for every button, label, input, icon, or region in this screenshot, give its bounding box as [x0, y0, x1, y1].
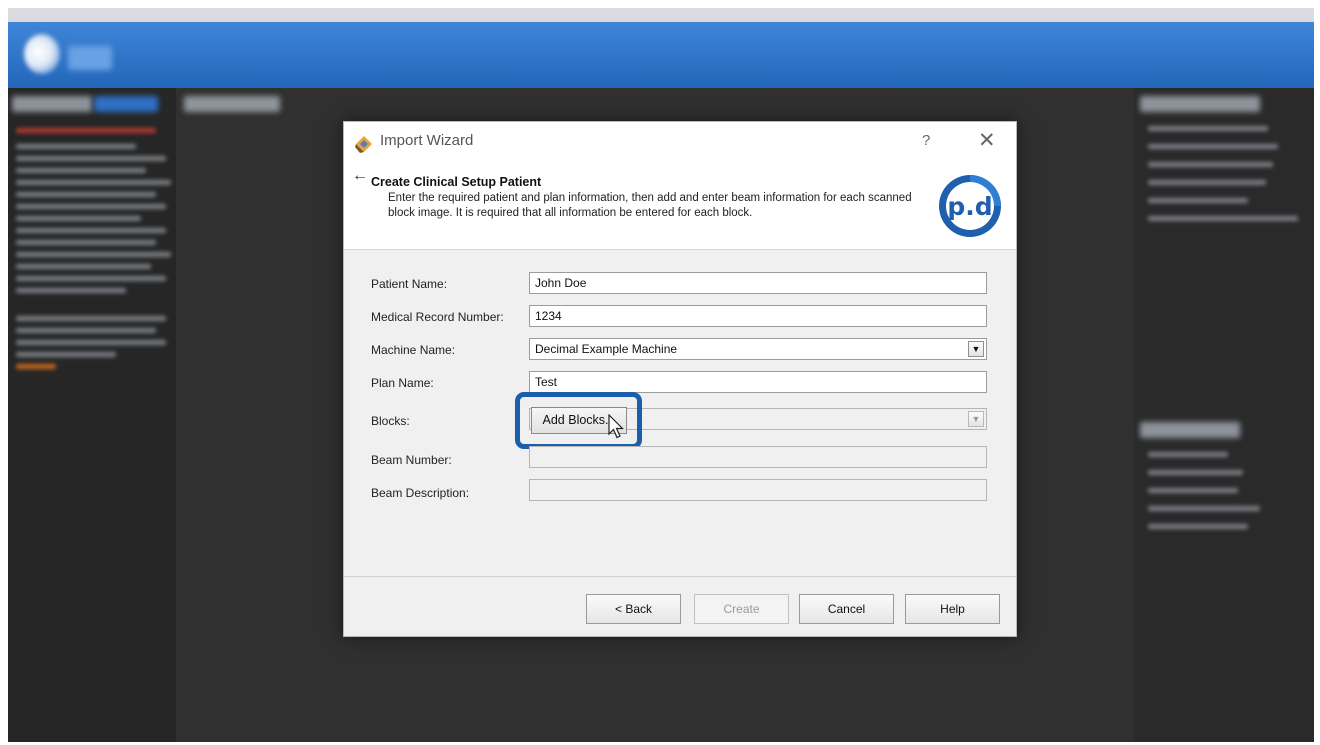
left-sidebar-tab [12, 96, 92, 112]
left-sidebar-line [16, 340, 166, 345]
window-top-bar [8, 8, 1314, 22]
machine-name-select[interactable]: Decimal Example Machine ▼ [529, 338, 987, 360]
page-description: Enter the required patient and plan info… [388, 192, 912, 219]
beam-number-label: Beam Number: [371, 453, 452, 467]
page-heading: Create Clinical Setup Patient [371, 175, 542, 189]
left-sidebar-line [16, 144, 136, 149]
help-button[interactable]: Help [905, 594, 1000, 624]
create-button[interactable]: Create [694, 594, 789, 624]
chevron-down-icon: ▼ [968, 411, 984, 427]
machine-name-label: Machine Name: [371, 343, 456, 357]
left-sidebar-link [16, 364, 56, 369]
app-logo-text [68, 46, 112, 70]
getting-started-line [1148, 470, 1243, 475]
left-sidebar-line [16, 288, 126, 293]
left-sidebar-line [16, 240, 156, 245]
left-sidebar-line [16, 228, 166, 233]
faq-line [1148, 198, 1248, 203]
recent-patients-header [184, 96, 280, 112]
cancel-button[interactable]: Cancel [799, 594, 894, 624]
pd-logo-text: p.d [947, 192, 992, 221]
left-sidebar-line [16, 128, 156, 133]
faq-line [1148, 180, 1266, 185]
left-sidebar-line [16, 180, 171, 185]
patient-name-field[interactable]: John Doe [529, 272, 987, 294]
left-sidebar-line [16, 192, 156, 197]
left-sidebar-line [16, 276, 166, 281]
machine-name-value: Decimal Example Machine [535, 342, 678, 356]
left-sidebar-line [16, 264, 151, 269]
getting-started-line [1148, 488, 1238, 493]
import-wizard-dialog: Import Wizard ? ✕ ← Create Clinical Setu… [343, 121, 1017, 637]
left-sidebar-line [16, 352, 116, 357]
faq-header [1140, 96, 1260, 112]
back-arrow-icon[interactable]: ← [352, 167, 368, 185]
getting-started-line [1148, 524, 1248, 529]
left-sidebar-line [16, 168, 146, 173]
medical-record-number-label: Medical Record Number: [371, 310, 504, 324]
left-sidebar-line [16, 252, 171, 257]
pd-logo-icon: p.d [939, 175, 1001, 237]
left-sidebar-line [16, 156, 166, 161]
getting-started-line [1148, 452, 1228, 457]
back-button[interactable]: < Back [586, 594, 681, 624]
help-icon[interactable]: ? [922, 132, 930, 149]
right-sidebar [1134, 88, 1314, 742]
blocks-label: Blocks: [371, 414, 410, 428]
left-sidebar [8, 88, 176, 742]
faq-line [1148, 216, 1298, 221]
close-icon[interactable]: ✕ [978, 128, 996, 153]
chevron-down-icon[interactable]: ▼ [968, 341, 984, 357]
left-sidebar-line [16, 316, 166, 321]
left-sidebar-line [16, 204, 166, 209]
mouse-cursor-icon [608, 414, 624, 439]
beam-description-field [529, 479, 987, 501]
left-sidebar-line [16, 328, 156, 333]
left-sidebar-line [16, 216, 141, 221]
app-logo-icon [24, 34, 60, 74]
app-header [8, 22, 1314, 88]
left-sidebar-tab-active [94, 96, 158, 112]
medical-record-number-field[interactable]: 1234 [529, 305, 987, 327]
dialog-header: Import Wizard ? ✕ ← Create Clinical Setu… [344, 122, 1016, 250]
patient-name-label: Patient Name: [371, 277, 448, 291]
dialog-title: Import Wizard [380, 132, 474, 149]
plan-name-field[interactable]: Test [529, 371, 987, 393]
faq-line [1148, 126, 1268, 131]
getting-started-header [1140, 422, 1240, 438]
getting-started-line [1148, 506, 1260, 511]
faq-line [1148, 162, 1273, 167]
footer-divider [344, 576, 1016, 577]
plan-name-label: Plan Name: [371, 376, 434, 390]
wizard-icon [355, 136, 372, 153]
beam-number-field [529, 446, 987, 468]
beam-description-label: Beam Description: [371, 486, 470, 500]
faq-line [1148, 144, 1278, 149]
